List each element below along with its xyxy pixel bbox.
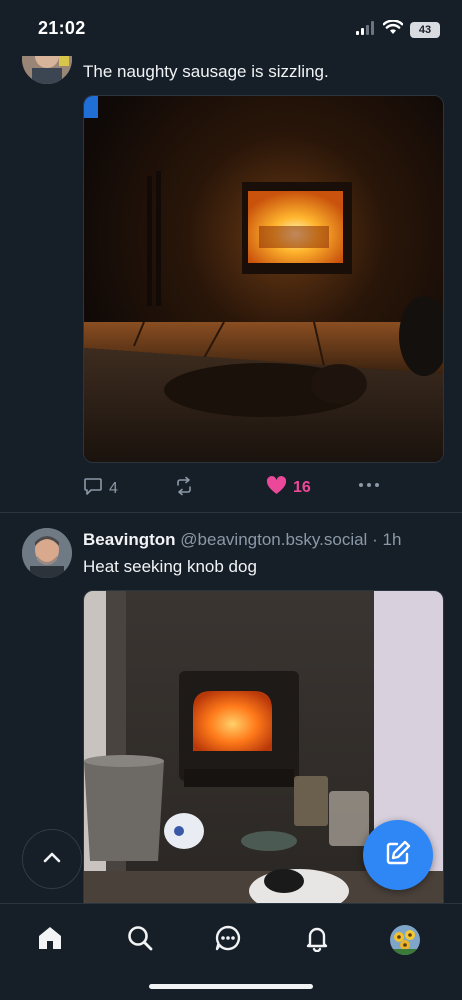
home-indicator <box>149 984 313 989</box>
nav-home[interactable] <box>30 920 70 960</box>
compose-post-button[interactable] <box>363 820 433 890</box>
heart-icon <box>266 476 287 500</box>
compose-icon <box>383 838 413 873</box>
reply-button[interactable]: 4 <box>83 476 118 501</box>
author-name[interactable]: Beavington <box>83 530 176 549</box>
post-header: Beavington @beavington.bsky.social · 1h <box>83 530 401 550</box>
repost-button[interactable] <box>174 476 200 501</box>
home-icon <box>36 924 64 957</box>
battery-icon: 43 <box>410 22 440 38</box>
scroll-to-top-button[interactable] <box>22 829 82 889</box>
chat-icon <box>214 924 242 957</box>
more-options-icon <box>358 476 380 499</box>
bell-icon <box>303 924 331 957</box>
post-time: 1h <box>382 530 402 549</box>
more-options-button[interactable] <box>358 476 380 499</box>
nav-profile[interactable] <box>385 920 425 960</box>
avatar[interactable] <box>22 528 72 578</box>
repost-icon <box>174 476 194 501</box>
separator-dot: · <box>372 530 378 549</box>
nav-notifications[interactable] <box>297 920 337 960</box>
battery-level: 43 <box>418 24 432 36</box>
reply-icon <box>83 476 103 501</box>
like-count: 16 <box>293 479 311 496</box>
nav-chat[interactable] <box>208 920 248 960</box>
wifi-icon <box>382 19 404 40</box>
chevron-up-icon <box>42 850 62 869</box>
profile-avatar <box>390 925 420 955</box>
status-bar: 21:02 43 <box>0 0 462 56</box>
cellular-signal-icon <box>356 20 376 40</box>
nav-search[interactable] <box>120 920 160 960</box>
author-handle[interactable]: @beavington.bsky.social <box>180 530 367 549</box>
reply-count: 4 <box>109 479 118 497</box>
search-icon <box>126 924 154 957</box>
post-divider <box>0 512 462 513</box>
status-icons: 43 <box>356 19 440 40</box>
post-image[interactable] <box>83 95 444 463</box>
post-text: Heat seeking knob dog <box>83 557 257 576</box>
post-text: The naughty sausage is sizzling. <box>83 62 329 81</box>
status-time: 21:02 <box>38 18 86 38</box>
like-button[interactable]: 16 <box>266 476 311 500</box>
